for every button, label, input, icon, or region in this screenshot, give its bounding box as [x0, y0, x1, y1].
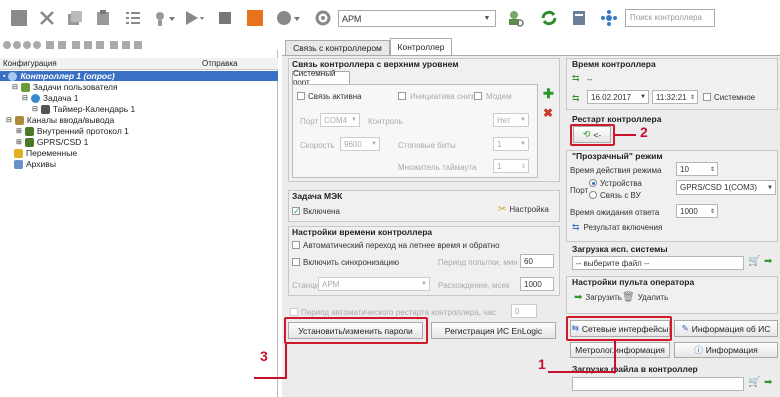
callout-1: 1: [538, 356, 546, 372]
callout-3: 3: [260, 348, 268, 364]
callout-lines: [254, 134, 636, 379]
callout-2: 2: [640, 124, 648, 140]
